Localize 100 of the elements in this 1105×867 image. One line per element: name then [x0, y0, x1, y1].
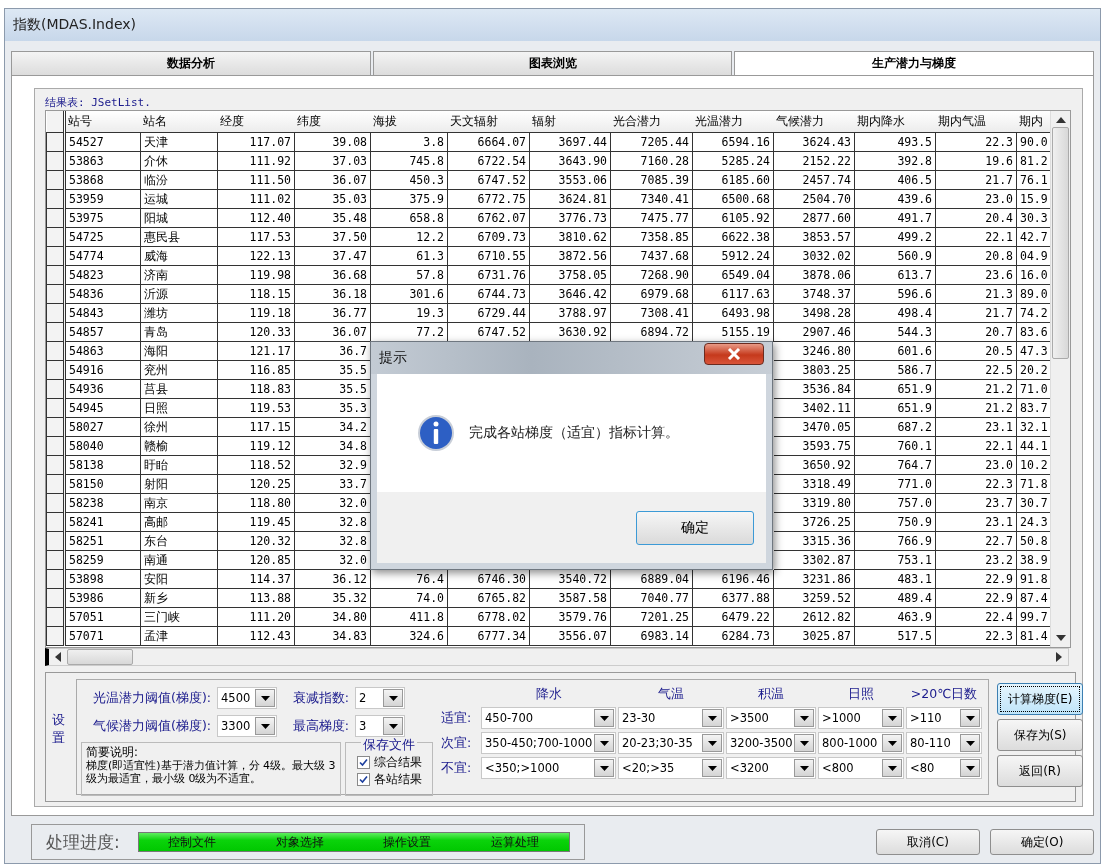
scroll-thumb[interactable]	[67, 649, 133, 665]
dropdown[interactable]: 20-23;30-35	[618, 732, 724, 754]
column-header[interactable]: 站号	[64, 111, 141, 133]
scrollbar[interactable]	[45, 648, 1069, 666]
dialog-button[interactable]: 取消(C)	[876, 829, 980, 855]
table-cell: 7085.39	[610, 170, 693, 190]
table-cell: 6117.63	[692, 284, 774, 304]
dropdown-button[interactable]	[794, 734, 814, 752]
table-cell: 560.9	[854, 246, 936, 266]
dropdown[interactable]: >1000	[818, 707, 904, 729]
tab[interactable]: 生产潜力与梯度	[734, 51, 1094, 75]
table-cell: 450.3	[370, 170, 448, 190]
dropdown-button[interactable]	[702, 759, 722, 777]
dropdown[interactable]: 3300	[217, 715, 277, 737]
table-cell: 阳城	[140, 208, 218, 228]
table-cell: 53868	[64, 170, 141, 190]
table-cell: 36.68	[294, 265, 371, 285]
dropdown-button[interactable]	[383, 689, 403, 707]
progress-label: 处理进度:	[46, 830, 120, 854]
dropdown-button[interactable]	[255, 717, 275, 735]
table-cell: 21.7	[935, 303, 1017, 323]
dropdown[interactable]: 450-700	[481, 707, 616, 729]
dropdown[interactable]: 80-110	[906, 732, 982, 754]
scroll-left-icon	[55, 652, 61, 662]
dropdown-button[interactable]	[882, 709, 902, 727]
table-cell: 南京	[140, 493, 218, 513]
dropdown-button[interactable]	[594, 709, 614, 727]
row-label: 次宜:	[441, 734, 473, 752]
dialog-title: 提示	[379, 349, 407, 367]
dropdown[interactable]: 23-30	[618, 707, 724, 729]
ok-button[interactable]: 确定	[636, 510, 754, 545]
dropdown-button[interactable]	[960, 734, 980, 752]
dropdown-button[interactable]	[255, 689, 275, 707]
table-cell: 20.4	[935, 208, 1017, 228]
table-cell: 120.85	[217, 550, 295, 570]
dialog-button[interactable]: 确定(O)	[990, 829, 1094, 855]
dropdown[interactable]: 800-1000	[818, 732, 904, 754]
dropdown[interactable]: 2	[355, 687, 405, 709]
tab[interactable]: 图表浏览	[372, 51, 733, 75]
column-header[interactable]: 经度	[217, 111, 295, 133]
table-cell: 2504.70	[773, 189, 855, 209]
action-button[interactable]: 返回(R)	[997, 755, 1083, 787]
checkbox[interactable]	[356, 773, 370, 786]
group-title: 保存文件	[361, 737, 418, 754]
dropdown-button[interactable]	[882, 759, 902, 777]
table-cell: 6744.73	[447, 284, 530, 304]
table-cell: 517.5	[854, 626, 936, 646]
dropdown[interactable]: 4500	[217, 687, 277, 709]
dropdown[interactable]: <350;>1000	[481, 757, 616, 779]
table-cell: 三门峡	[140, 607, 218, 627]
action-button[interactable]: 计算梯度(E)	[997, 683, 1083, 715]
dropdown[interactable]: 3200-3500	[726, 732, 816, 754]
dropdown[interactable]: >3500	[726, 707, 816, 729]
table-cell: 6185.60	[692, 170, 774, 190]
caret-icon	[388, 695, 398, 701]
column-header[interactable]: 纬度	[294, 111, 371, 133]
row-header[interactable]	[46, 111, 65, 133]
table-cell: 745.8	[370, 151, 448, 171]
dropdown-button[interactable]	[882, 734, 902, 752]
table-cell: 392.8	[854, 151, 936, 171]
table-cell: 35.32	[294, 588, 371, 608]
table-cell: 493.5	[854, 132, 936, 152]
caret-icon	[965, 715, 975, 721]
action-button[interactable]: 保存为(S)	[997, 719, 1083, 751]
close-button[interactable]	[704, 343, 764, 365]
dropdown-button[interactable]	[960, 709, 980, 727]
dropdown-button[interactable]	[794, 759, 814, 777]
table-cell: 463.9	[854, 607, 936, 627]
table-cell: 3643.90	[529, 151, 611, 171]
table-cell: 118.52	[217, 455, 295, 475]
dropdown[interactable]: >110	[906, 707, 982, 729]
scrollbar[interactable]	[1050, 111, 1070, 647]
dropdown-button[interactable]	[794, 709, 814, 727]
tab[interactable]: 数据分析	[11, 51, 371, 75]
table-cell: 3788.97	[529, 303, 611, 323]
dropdown[interactable]: 350-450;700-1000	[481, 732, 616, 754]
checkbox[interactable]	[356, 756, 370, 769]
table-cell: 6549.04	[692, 265, 774, 285]
table-cell: 58040	[64, 436, 141, 456]
dropdown[interactable]: 3	[355, 715, 405, 737]
table-cell: 莒县	[140, 379, 218, 399]
table-cell: 日照	[140, 398, 218, 418]
dropdown-button[interactable]	[702, 734, 722, 752]
table-cell: 411.8	[370, 607, 448, 627]
table-cell: 7160.28	[610, 151, 693, 171]
dropdown-button[interactable]	[383, 717, 403, 735]
scroll-thumb[interactable]	[1052, 127, 1069, 359]
table-cell: 南通	[140, 550, 218, 570]
table-cell: 58238	[64, 493, 141, 513]
table-cell: 2457.74	[773, 170, 855, 190]
dropdown-button[interactable]	[594, 734, 614, 752]
dropdown[interactable]: <800	[818, 757, 904, 779]
dropdown[interactable]: <3200	[726, 757, 816, 779]
dropdown[interactable]: <80	[906, 757, 982, 779]
dropdown-button[interactable]	[702, 709, 722, 727]
dropdown-button[interactable]	[960, 759, 980, 777]
dropdown[interactable]: <20;>35	[618, 757, 724, 779]
table-cell: 20.8	[935, 246, 1017, 266]
table-cell: 21.7	[935, 170, 1017, 190]
dropdown-button[interactable]	[594, 759, 614, 777]
